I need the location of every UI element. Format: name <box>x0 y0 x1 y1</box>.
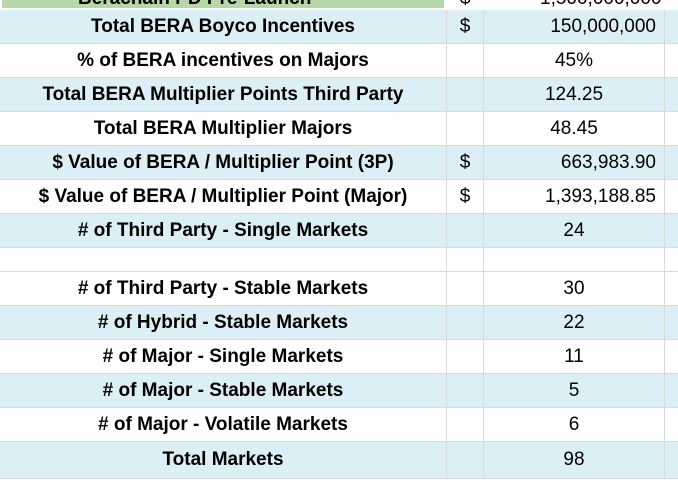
empty-cell[interactable] <box>665 272 678 305</box>
currency-cell[interactable] <box>447 374 483 407</box>
currency-cell[interactable] <box>447 306 483 339</box>
table-row[interactable]: Total Markets 98 <box>0 442 678 479</box>
partial-header-value: 1,500,000,000 <box>540 0 662 10</box>
value-cell[interactable] <box>483 248 665 271</box>
table-row[interactable]: # of Major - Stable Markets 5 <box>0 374 678 408</box>
row-label-cell[interactable]: Total BERA Boyco Incentives <box>0 10 447 43</box>
currency-cell[interactable] <box>447 248 483 271</box>
empty-cell[interactable] <box>665 78 678 111</box>
currency-cell[interactable]: $ <box>447 180 483 213</box>
row-label-cell[interactable]: Total BERA Multiplier Points Third Party <box>0 78 447 111</box>
empty-row[interactable] <box>0 479 678 494</box>
empty-cell[interactable] <box>665 374 678 407</box>
table-row[interactable] <box>0 248 678 272</box>
row-label-cell[interactable]: # of Third Party - Stable Markets <box>0 272 447 305</box>
currency-cell[interactable] <box>447 44 483 77</box>
value-cell[interactable]: 22 <box>483 306 665 339</box>
table-row[interactable]: Total BERA Multiplier Points Third Party… <box>0 78 678 112</box>
empty-cell[interactable] <box>665 442 678 478</box>
currency-cell[interactable]: $ <box>447 146 483 179</box>
row-label-cell[interactable]: # of Major - Single Markets <box>0 340 447 373</box>
partial-header-label: Berachain PD Pre-Launch <box>78 0 311 10</box>
empty-cell[interactable] <box>665 146 678 179</box>
value-cell[interactable]: 6 <box>483 408 665 441</box>
currency-cell[interactable] <box>447 112 483 145</box>
empty-cell[interactable] <box>665 214 678 247</box>
row-label-cell[interactable]: Total BERA Multiplier Majors <box>0 112 447 145</box>
currency-cell[interactable] <box>447 78 483 111</box>
empty-cell[interactable] <box>665 10 678 43</box>
currency-cell[interactable]: $ <box>447 10 483 43</box>
table-row[interactable]: % of BERA incentives on Majors 45% <box>0 44 678 78</box>
value-cell[interactable]: 124.25 <box>483 78 665 111</box>
table-row[interactable]: # of Hybrid - Stable Markets 22 <box>0 306 678 340</box>
value-cell[interactable]: 11 <box>483 340 665 373</box>
empty-cell[interactable] <box>665 44 678 77</box>
table-row[interactable]: # of Major - Single Markets 11 <box>0 340 678 374</box>
table-row[interactable]: Total BERA Boyco Incentives $150,000,000 <box>0 10 678 44</box>
table-row[interactable]: $ Value of BERA / Multiplier Point (Majo… <box>0 180 678 214</box>
table-row[interactable]: Total BERA Multiplier Majors 48.45 <box>0 112 678 146</box>
row-label-cell[interactable]: # of Third Party - Single Markets <box>0 214 447 247</box>
value-cell[interactable]: 150,000,000 <box>483 10 665 43</box>
currency-cell[interactable] <box>447 442 483 478</box>
empty-cell[interactable] <box>665 112 678 145</box>
table-row[interactable]: $ Value of BERA / Multiplier Point (3P) $… <box>0 146 678 180</box>
table-row[interactable]: # of Major - Volatile Markets 6 <box>0 408 678 442</box>
value-cell[interactable]: 45% <box>483 44 665 77</box>
value-cell[interactable]: 5 <box>483 374 665 407</box>
table-row[interactable]: # of Third Party - Single Markets 24 <box>0 214 678 248</box>
value-cell[interactable]: 48.45 <box>483 112 665 145</box>
spreadsheet-grid: Berachain PD Pre-Launch $ 1,500,000,000 … <box>0 0 678 494</box>
row-label-cell[interactable]: $ Value of BERA / Multiplier Point (3P) <box>0 146 447 179</box>
currency-cell[interactable] <box>447 272 483 305</box>
value-cell[interactable]: 98 <box>483 442 665 478</box>
row-label-cell[interactable]: % of BERA incentives on Majors <box>0 44 447 77</box>
value-cell[interactable]: 24 <box>483 214 665 247</box>
value-cell[interactable]: 1,393,188.85 <box>483 180 665 213</box>
row-label-cell[interactable]: # of Major - Volatile Markets <box>0 408 447 441</box>
currency-cell[interactable] <box>447 214 483 247</box>
row-label-cell[interactable]: Total Markets <box>0 442 447 478</box>
empty-cell[interactable] <box>665 408 678 441</box>
empty-cell[interactable] <box>665 340 678 373</box>
currency-cell[interactable] <box>447 408 483 441</box>
empty-cell[interactable] <box>665 306 678 339</box>
currency-cell[interactable] <box>447 340 483 373</box>
empty-cell[interactable] <box>665 180 678 213</box>
row-label-cell[interactable] <box>0 248 447 271</box>
value-cell[interactable]: 30 <box>483 272 665 305</box>
value-cell[interactable]: 663,983.90 <box>483 146 665 179</box>
row-label-cell[interactable]: $ Value of BERA / Multiplier Point (Majo… <box>0 180 447 213</box>
table-row[interactable]: # of Third Party - Stable Markets 30 <box>0 272 678 306</box>
partial-header-currency: $ <box>460 0 471 10</box>
row-label-cell[interactable]: # of Hybrid - Stable Markets <box>0 306 447 339</box>
empty-cell[interactable] <box>665 248 678 271</box>
row-label-cell[interactable]: # of Major - Stable Markets <box>0 374 447 407</box>
